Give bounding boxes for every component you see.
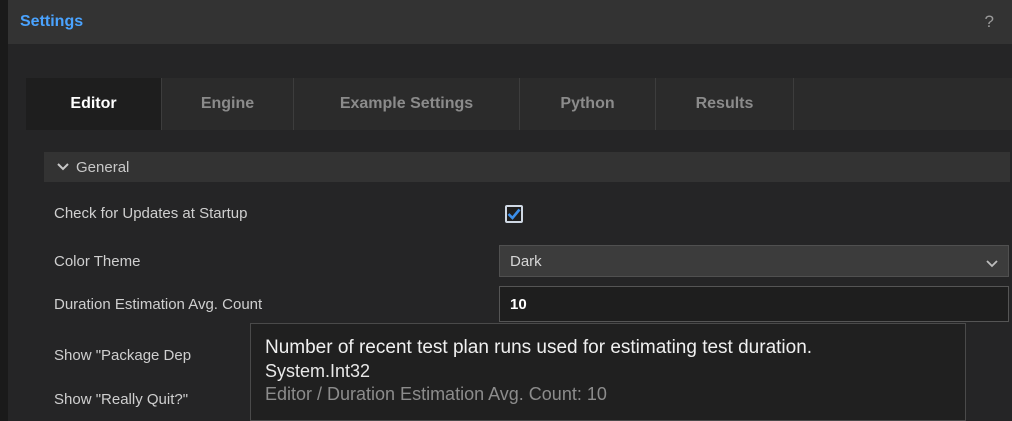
tab-python[interactable]: Python (520, 78, 656, 130)
check-updates-checkbox[interactable] (505, 205, 523, 223)
show-package-label: Show "Package Dep (54, 347, 192, 364)
chevron-down-icon (56, 160, 70, 174)
tab-example-settings[interactable]: Example Settings (294, 78, 520, 130)
duration-count-label: Duration Estimation Avg. Count (54, 296, 263, 313)
check-updates-label: Check for Updates at Startup (54, 205, 248, 222)
checkmark-icon (507, 208, 521, 220)
color-theme-value: Dark (510, 252, 542, 270)
tab-editor[interactable]: Editor (26, 78, 162, 130)
chevron-down-icon (986, 255, 998, 272)
show-quit-label: Show "Really Quit?" (54, 391, 189, 408)
tab-results[interactable]: Results (656, 78, 794, 130)
setting-tooltip: Number of recent test plan runs used for… (250, 323, 966, 421)
tooltip-description: Number of recent test plan runs used for… (265, 337, 813, 358)
settings-window: Settings ? Editor Engine Example Setting… (0, 0, 1012, 421)
tab-engine[interactable]: Engine (162, 78, 294, 130)
help-button[interactable]: ? (985, 12, 994, 32)
title-bar: Settings ? (8, 0, 1012, 44)
tab-bar: Editor Engine Example Settings Python Re… (26, 78, 1012, 130)
tooltip-path: Editor / Duration Estimation Avg. Count:… (265, 384, 607, 404)
section-title: General (76, 158, 130, 176)
color-theme-label: Color Theme (54, 253, 141, 270)
window-title: Settings (20, 13, 84, 30)
color-theme-select[interactable]: Dark (499, 245, 1009, 277)
duration-count-input[interactable] (499, 286, 1009, 322)
tooltip-type: System.Int32 (265, 361, 371, 381)
section-general-header[interactable]: General (44, 152, 1010, 182)
